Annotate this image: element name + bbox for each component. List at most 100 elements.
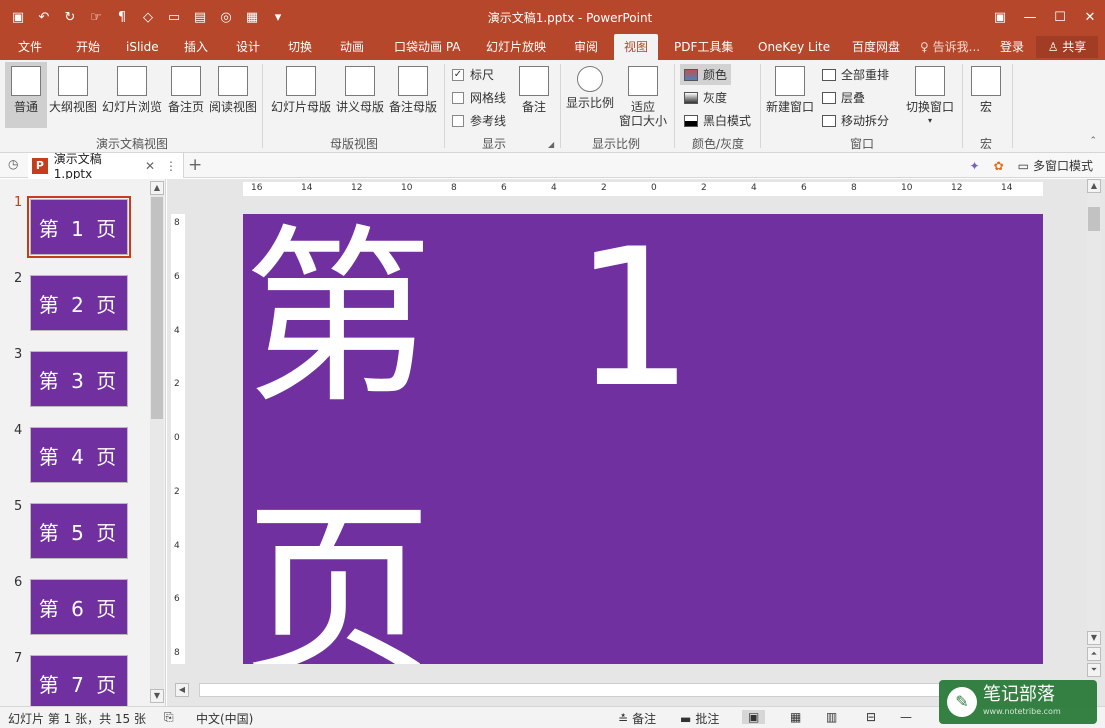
handout-master-button[interactable]: 讲义母版 (335, 62, 385, 128)
slide-thumbnail[interactable]: 第 2 页 (30, 275, 128, 331)
cascade-button[interactable]: 层叠 (822, 89, 865, 106)
new-slide-icon[interactable]: ▤ (188, 6, 212, 28)
spellcheck-icon[interactable]: ⎘ (164, 710, 174, 725)
thumbnail-scrollbar[interactable] (150, 183, 164, 703)
fit-to-window-button[interactable]: 适应 窗口大小 (618, 62, 668, 128)
slide-sorter-button[interactable]: 幻灯片浏览 (102, 62, 162, 128)
group-label-window: 窗口 (850, 137, 875, 151)
collapse-ribbon-icon[interactable]: ⌃ (1089, 136, 1097, 146)
scroll-up-icon[interactable]: ▲ (150, 181, 164, 195)
maximize-button[interactable]: ☐ (1045, 0, 1075, 34)
ribbon-display-icon[interactable]: ▣ (985, 0, 1015, 34)
notes-page-button[interactable]: 备注页 (166, 62, 206, 128)
switch-window-button[interactable]: 切换窗口 ▾ (904, 62, 956, 128)
shapes-icon[interactable]: ◇ (136, 6, 160, 28)
reading-view-button[interactable]: 阅读视图 (209, 62, 257, 128)
gridlines-checkbox[interactable]: 网格线 (452, 89, 506, 106)
color-button[interactable]: 颜色 (680, 64, 732, 85)
normal-view-button[interactable]: 普通 (5, 62, 47, 128)
notes-toggle[interactable]: ≛ 备注 (618, 710, 656, 727)
zoom-button[interactable]: 显示比例 (566, 62, 614, 128)
comments-toggle[interactable]: ▬ 批注 (680, 710, 719, 727)
grayscale-button[interactable]: 灰度 (684, 89, 727, 106)
new-tab-icon[interactable]: + (188, 155, 202, 175)
slide-thumbnail[interactable]: 第 4 页 (30, 427, 128, 483)
touch-mode-icon[interactable]: ☞ (84, 6, 108, 28)
tab-insert[interactable]: 插入 (178, 34, 214, 60)
minimize-button[interactable]: — (1015, 0, 1045, 34)
new-window-button[interactable]: 新建窗口 (764, 62, 816, 128)
tab-baidu-netdisk[interactable]: 百度网盘 (846, 34, 906, 60)
tell-me-search[interactable]: ♀ 告诉我... (920, 34, 980, 60)
slide-thumbnail[interactable]: 第 3 页 (30, 351, 128, 407)
document-tab[interactable]: P 演示文稿1.pptx ✕ ⋮ (28, 152, 184, 181)
tab-view[interactable]: 视图 (614, 34, 658, 60)
login-link[interactable]: 登录 (1000, 34, 1024, 60)
language-status[interactable]: 中文(中国) (196, 710, 253, 727)
undo-icon[interactable]: ↶ (32, 6, 56, 28)
tab-animations[interactable]: 动画 (334, 34, 370, 60)
group-separator (674, 64, 675, 148)
notes-master-button[interactable]: 备注母版 (388, 62, 438, 128)
next-slide-icon[interactable]: ⏷ (1087, 663, 1101, 677)
black-white-button[interactable]: 黑白模式 (684, 112, 751, 129)
slide-number: 5 (14, 499, 23, 514)
close-button[interactable]: ✕ (1075, 0, 1105, 34)
macros-button[interactable]: 宏 (968, 62, 1004, 128)
slide-thumbnail[interactable]: 第 7 页 (30, 655, 128, 706)
slide-count-status[interactable]: 幻灯片 第 1 张，共 15 张 (8, 710, 146, 727)
slide-title-text[interactable]: 第 1 页 (243, 214, 1043, 664)
tab-slideshow[interactable]: 幻灯片放映 (480, 34, 552, 60)
tab-history-icon[interactable]: ◷ (8, 157, 18, 171)
previous-slide-icon[interactable]: ⏶ (1087, 647, 1101, 661)
multi-window-mode[interactable]: ✦ ✿ ▭ 多窗口模式 (970, 157, 1093, 174)
ruler-tick-label: 0 (651, 183, 657, 193)
slide-vertical-scrollbar[interactable] (1087, 193, 1101, 651)
tab-transitions[interactable]: 切换 (282, 34, 318, 60)
save-icon[interactable]: ▣ (6, 6, 30, 28)
customize-icon[interactable]: ▾ (266, 6, 290, 28)
share-button[interactable]: ♙ 共享 (1036, 36, 1098, 58)
more-options-icon[interactable]: ⋮ (165, 159, 177, 173)
tab-onekey-lite[interactable]: OneKey Lite (752, 34, 836, 60)
slide-thumbnail[interactable]: 第 5 页 (30, 503, 128, 559)
scrollbar-thumb[interactable] (1088, 207, 1100, 231)
tab-home[interactable]: 开始 (70, 34, 106, 60)
redo-icon[interactable]: ↻ (58, 6, 82, 28)
notes-button[interactable]: 备注 (514, 62, 554, 128)
normal-view-icon[interactable]: ▣ (742, 710, 766, 724)
guides-checkbox[interactable]: 参考线 (452, 112, 506, 129)
slideshow-icon[interactable]: ⊟ (866, 710, 876, 724)
slide-sorter-icon[interactable]: ▦ (790, 710, 801, 724)
arrange-icon[interactable]: ▦ (240, 6, 264, 28)
tab-design[interactable]: 设计 (230, 34, 266, 60)
slide-thumbnail[interactable]: 第 6 页 (30, 579, 128, 635)
close-icon[interactable]: ✕ (145, 159, 155, 173)
scroll-up-icon[interactable]: ▲ (1087, 179, 1101, 193)
ruler-tick-label: 6 (174, 272, 180, 282)
scroll-down-icon[interactable]: ▼ (1087, 631, 1101, 645)
record-icon[interactable]: ◎ (214, 6, 238, 28)
scroll-left-icon[interactable]: ◀ (175, 683, 189, 697)
tab-file[interactable]: 文件 (12, 34, 48, 60)
arrange-all-button[interactable]: 全部重排 (822, 66, 889, 83)
reading-view-icon[interactable]: ▥ (826, 710, 837, 724)
slide-icon[interactable]: ▭ (162, 6, 186, 28)
scroll-down-icon[interactable]: ▼ (150, 689, 164, 703)
tab-pocket-animation[interactable]: 口袋动画 PA (388, 34, 467, 60)
tab-review[interactable]: 审阅 (568, 34, 604, 60)
move-split-button[interactable]: 移动拆分 (822, 112, 889, 129)
dialog-launcher-icon[interactable]: ◢ (548, 140, 554, 149)
slide-horizontal-scrollbar[interactable] (199, 683, 947, 697)
slide-master-button[interactable]: 幻灯片母版 (270, 62, 332, 128)
current-slide[interactable]: 第 1 页 (243, 214, 1043, 664)
zoom-out-icon[interactable]: — (900, 710, 912, 724)
comment-icon: ▬ (680, 711, 692, 726)
paragraph-icon[interactable]: ¶ (110, 6, 134, 28)
outline-view-button[interactable]: 大纲视图 (48, 62, 98, 128)
tab-pdf-tools[interactable]: PDF工具集 (668, 34, 739, 60)
slide-thumbnail[interactable]: 第 1 页 (27, 196, 131, 258)
tab-islide[interactable]: iSlide (120, 34, 165, 60)
ruler-checkbox[interactable]: ✓ 标尺 (452, 66, 494, 83)
scrollbar-thumb[interactable] (151, 197, 163, 419)
